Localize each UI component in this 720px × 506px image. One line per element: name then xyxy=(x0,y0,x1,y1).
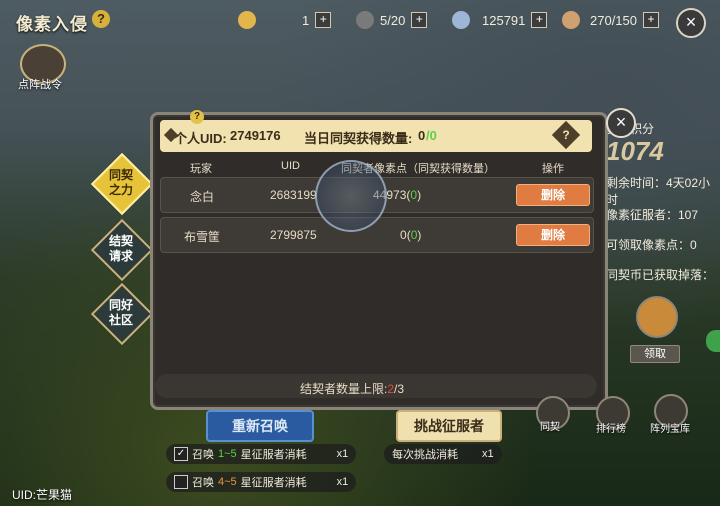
tab-contract-request-label: 结契 请求 xyxy=(108,234,133,263)
contract-tab-label: 同契 xyxy=(540,422,560,433)
rank-tab-label: 排行榜 xyxy=(596,424,626,435)
summon-check-icon[interactable]: ✓ xyxy=(174,447,188,461)
reward-icon xyxy=(636,296,678,338)
pixel-shard-icon xyxy=(452,11,470,29)
daily-value: 0 xyxy=(418,128,426,143)
summon-cost-row-2: 召唤 4~5 星征服者消耗 x1 xyxy=(166,472,357,492)
player-points: 0(0) xyxy=(400,228,422,242)
player-name: 布雪筐 xyxy=(184,230,221,244)
delete-button[interactable]: 删除 xyxy=(516,184,590,206)
resource-pixels: 125791 + xyxy=(452,9,548,31)
resource-value: 270/150 xyxy=(590,12,637,28)
tab-contract-power-label: 同契 之力 xyxy=(108,168,133,197)
touch-ripple-overlay xyxy=(315,160,387,232)
challenge-cost-row: 每次挑战消耗 x1 xyxy=(384,444,502,464)
summon-cost-row-1: ✓ 召唤 1~5 星征服者消耗 x1 xyxy=(166,444,357,464)
resource-energy: 270/150 + xyxy=(562,9,659,31)
conquerors-text: 像素征服者：107 xyxy=(606,208,699,222)
claim-button[interactable]: 领取 xyxy=(630,345,680,363)
uid-label: 个人UID: xyxy=(174,131,227,146)
column-uid: UID xyxy=(281,160,300,172)
modal-close-icon[interactable]: × xyxy=(606,108,636,138)
add-battles-button[interactable]: + xyxy=(411,12,428,28)
countdown-text: 剩余时间：4天02小时 xyxy=(606,176,711,207)
contract-modal xyxy=(150,112,608,410)
info-bar: 个人UID: 2749176 当日同契获得数量: 0 /0 xyxy=(160,120,592,152)
chat-icon[interactable] xyxy=(706,330,720,352)
add-pixels-button[interactable]: + xyxy=(531,12,548,28)
daily-label: 当日同契获得数量: xyxy=(304,131,413,146)
cross-swords-icon xyxy=(356,11,374,29)
contract-limit-text: 结契者数量上限:2/3 xyxy=(300,382,405,396)
player-name: 念白 xyxy=(190,190,215,204)
challenge-button[interactable]: 挑战征服者 xyxy=(396,410,502,442)
library-tab-label: 阵列宝库 xyxy=(650,424,690,435)
rules-help-icon[interactable]: ? xyxy=(551,120,581,150)
energy-feather-icon xyxy=(562,11,580,29)
drop-text: 同契币已获取掉落： xyxy=(606,268,715,282)
column-action: 操作 xyxy=(542,163,564,175)
resource-value: 1 xyxy=(302,12,310,28)
add-coin-button[interactable]: + xyxy=(315,12,332,28)
contribution-points: 1074 xyxy=(606,136,664,166)
game-title: 像素入侵 xyxy=(16,15,88,34)
add-energy-button[interactable]: + xyxy=(643,12,659,28)
resource-value: 5/20 xyxy=(380,12,406,28)
resource-battles: 5/20 + xyxy=(356,9,428,31)
info-help-icon[interactable]: ? xyxy=(190,110,204,124)
daily-max: /0 xyxy=(426,128,437,143)
battle-pass-label: 点阵战令 xyxy=(18,79,62,91)
resummon-button[interactable]: 重新召唤 xyxy=(206,410,314,442)
coin-icon xyxy=(238,11,256,29)
uid-value: 2749176 xyxy=(230,128,281,143)
resource-value: 125791 xyxy=(482,12,526,28)
player-uid: 2683199 xyxy=(270,188,317,202)
help-icon[interactable]: ? xyxy=(92,10,110,28)
summon-check-icon[interactable] xyxy=(174,475,188,489)
player-uid: 2799875 xyxy=(270,228,317,242)
column-player: 玩家 xyxy=(190,163,212,175)
pixel-points-text: 可领取像素点：0 xyxy=(606,238,697,252)
tab-community-label: 同好 社区 xyxy=(108,298,133,327)
footer-uid: UID:芒果猫 xyxy=(12,488,73,502)
resource-coin: 1 + xyxy=(238,9,332,31)
delete-button[interactable]: 删除 xyxy=(516,224,590,246)
close-icon[interactable]: × xyxy=(676,8,706,38)
